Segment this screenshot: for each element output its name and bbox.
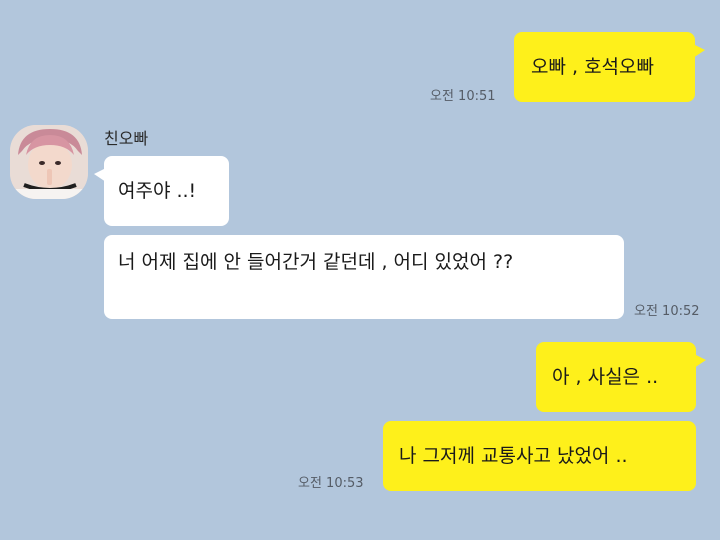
message-timestamp: 오전 10:52 (634, 304, 700, 319)
sender-name: 친오빠 (104, 129, 149, 148)
message-text: 나 그저께 교통사고 났었어 .. (399, 445, 628, 467)
message-text: 아 , 사실은 .. (552, 366, 659, 388)
message-bubble-received[interactable]: 여주야 ..! (94, 156, 229, 226)
message-bubble-sent[interactable]: 아 , 사실은 .. (536, 342, 706, 412)
message-text: 여주야 ..! (118, 180, 197, 202)
message-timestamp: 오전 10:53 (298, 476, 364, 491)
message-bubble-sent[interactable]: 오빠 , 호석오빠 (514, 32, 705, 102)
profile-photo-icon (10, 125, 88, 199)
message-bubble-sent[interactable]: 나 그저께 교통사고 났었어 .. (383, 421, 696, 491)
message-text: 오빠 , 호석오빠 (531, 56, 654, 78)
message-text: 너 어제 집에 안 들어간거 같던데 , 어디 있었어 ?? (118, 251, 514, 273)
message-timestamp: 오전 10:51 (430, 89, 496, 104)
message-bubble-received[interactable]: 너 어제 집에 안 들어간거 같던데 , 어디 있었어 ?? (104, 235, 624, 319)
avatar[interactable] (10, 125, 88, 199)
